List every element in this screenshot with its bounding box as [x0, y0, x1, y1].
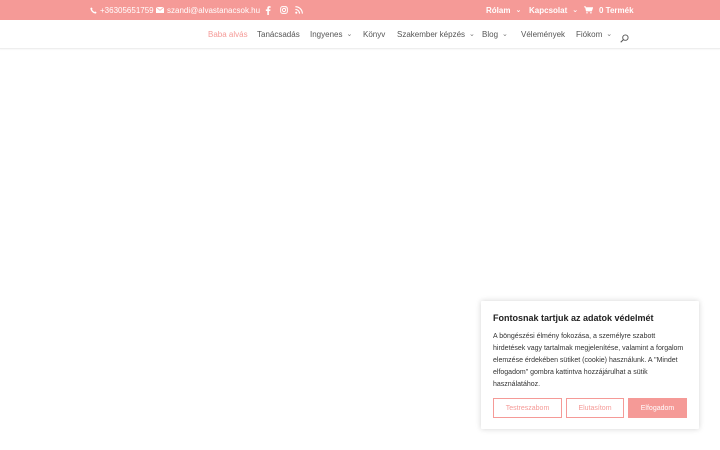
nav-item-baba-alvas[interactable]: Baba alvás — [208, 20, 248, 48]
nav-item-tanacsadas[interactable]: Tanácsadás — [257, 20, 300, 48]
search-button[interactable] — [620, 30, 629, 48]
cart-link[interactable]: 0 Termék — [584, 0, 634, 20]
nav-item-velemenyek[interactable]: Vélemények — [521, 20, 565, 48]
email-link[interactable]: szandi@alvastanacsok.hu — [156, 0, 260, 20]
rss-link[interactable] — [295, 0, 303, 20]
top-bar: +36305651759 szandi@alvastanacsok.hu Ról… — [0, 0, 720, 20]
contact-menu[interactable]: Kapcsolat ⌄ — [529, 0, 578, 20]
chevron-down-icon: ⌄ — [515, 7, 522, 14]
contact-label: Kapcsolat — [529, 5, 568, 15]
reject-button[interactable]: Elutasítom — [566, 398, 624, 418]
nav-item-label: Vélemények — [521, 29, 566, 39]
accept-button[interactable]: Elfogadom — [628, 398, 687, 418]
chevron-down-icon: ⌄ — [502, 31, 508, 38]
cookie-title: Fontosnak tartjuk az adatok védelmét — [493, 313, 654, 323]
cart-icon — [584, 6, 593, 14]
nav-item-ingyenes[interactable]: Ingyenes ⌄ — [310, 20, 352, 48]
cart-count: 0 Termék — [599, 5, 634, 15]
customize-button[interactable]: Testreszabom — [493, 398, 562, 418]
nav-item-fiokom[interactable]: Fiókom ⌄ — [576, 20, 612, 48]
instagram-icon — [280, 6, 288, 14]
search-icon — [620, 34, 629, 43]
phone-icon — [90, 6, 97, 14]
phone-number: +36305651759 — [100, 5, 154, 15]
instagram-link[interactable] — [280, 0, 288, 20]
cookie-consent-dialog: Fontosnak tartjuk az adatok védelmét A b… — [481, 301, 699, 429]
nav-item-label: Ingyenes — [310, 29, 343, 39]
chevron-down-icon: ⌄ — [606, 31, 613, 38]
email-icon — [156, 7, 164, 13]
nav-item-label: Blog — [482, 29, 499, 39]
email-address: szandi@alvastanacsok.hu — [167, 5, 261, 15]
nav-item-konyv[interactable]: Könyv — [363, 20, 385, 48]
facebook-icon — [265, 5, 271, 15]
nav-item-blog[interactable]: Blog ⌄ — [482, 20, 508, 48]
chevron-down-icon: ⌄ — [469, 31, 475, 38]
nav-item-label: Fiókom — [576, 29, 603, 39]
about-menu[interactable]: Rólam ⌄ — [486, 0, 521, 20]
nav-item-label: Baba alvás — [208, 29, 248, 39]
rss-icon — [295, 6, 303, 14]
chevron-down-icon: ⌄ — [572, 7, 579, 14]
nav-item-label: Szakember képzés — [397, 29, 466, 39]
nav-item-szakember-kepzes[interactable]: Szakember képzés ⌄ — [397, 20, 475, 48]
chevron-down-icon: ⌄ — [346, 31, 353, 38]
cookie-text: A böngészési élmény fokozása, a személyr… — [493, 333, 684, 388]
facebook-link[interactable] — [265, 0, 271, 20]
nav-item-label: Könyv — [363, 29, 386, 39]
main-nav: Baba alvás Tanácsadás Ingyenes ⌄ Könyv S… — [0, 20, 720, 49]
about-label: Rólam — [486, 5, 511, 15]
nav-item-label: Tanácsadás — [257, 29, 300, 39]
phone-link[interactable]: +36305651759 — [90, 0, 154, 20]
